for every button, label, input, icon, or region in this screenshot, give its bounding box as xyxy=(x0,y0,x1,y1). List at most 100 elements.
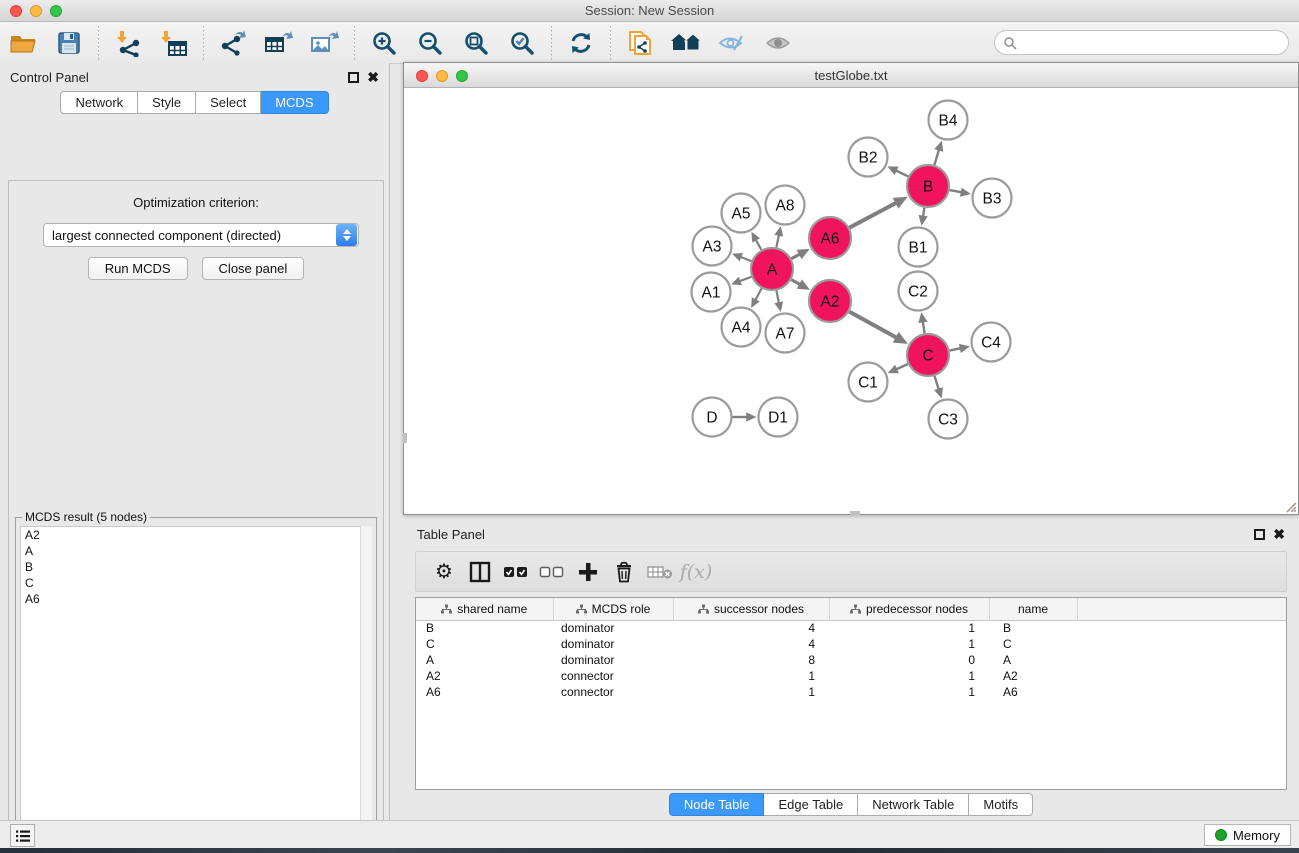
edge-A-A7[interactable] xyxy=(776,291,779,304)
save-session-button[interactable] xyxy=(52,26,86,60)
open-session-button[interactable] xyxy=(6,26,40,60)
table-cell[interactable]: 1 xyxy=(673,684,829,700)
table-cell[interactable]: B xyxy=(989,620,1077,636)
delete-table-button[interactable] xyxy=(642,556,678,588)
tab-motifs[interactable]: Motifs xyxy=(969,793,1033,816)
close-window-button[interactable] xyxy=(10,5,22,17)
network-window-titlebar[interactable]: testGlobe.txt xyxy=(404,63,1298,88)
edge-B-B2[interactable] xyxy=(896,170,908,176)
zoom-window-button[interactable] xyxy=(50,5,62,17)
hide-selected-button[interactable] xyxy=(715,26,749,60)
zoom-out-button[interactable] xyxy=(413,26,447,60)
import-network-button[interactable] xyxy=(111,26,145,60)
network-minimize-button[interactable] xyxy=(436,70,448,82)
home-button[interactable] xyxy=(669,26,703,60)
tab-node-table[interactable]: Node Table xyxy=(669,793,765,816)
mcds-result-item[interactable]: B xyxy=(21,559,371,575)
table-cell[interactable]: dominator xyxy=(553,636,673,652)
table-row[interactable]: Cdominator41C xyxy=(416,636,1286,652)
edge-C-C4[interactable] xyxy=(950,348,961,350)
edge-C-C1[interactable] xyxy=(896,364,908,369)
add-column-button[interactable] xyxy=(570,556,606,588)
task-history-button[interactable] xyxy=(10,824,35,847)
close-panel-button[interactable]: Close panel xyxy=(202,257,305,280)
table-cell[interactable]: dominator xyxy=(553,652,673,668)
close-panel-icon[interactable]: ✖ xyxy=(367,72,379,83)
edge-A-A5[interactable] xyxy=(756,240,762,250)
mcds-result-item[interactable]: A6 xyxy=(21,591,371,607)
function-builder-button[interactable]: f(x) xyxy=(678,556,714,588)
edge-A-A4[interactable] xyxy=(755,288,761,300)
table-cell[interactable]: 1 xyxy=(673,668,829,684)
edge-B-B4[interactable] xyxy=(934,149,939,164)
table-cell[interactable]: B xyxy=(416,620,553,636)
minimize-window-button[interactable] xyxy=(30,5,42,17)
select-all-columns-button[interactable] xyxy=(498,556,534,588)
edge-A-A8[interactable] xyxy=(776,235,779,248)
edge-C-C3[interactable] xyxy=(935,376,939,390)
export-image-button[interactable] xyxy=(308,26,342,60)
table-settings-button[interactable]: ⚙ xyxy=(426,556,462,588)
column-header-shared-name[interactable]: shared name xyxy=(416,598,553,620)
edge-A-A3[interactable] xyxy=(740,257,751,261)
column-header-MCDS-role[interactable]: MCDS role xyxy=(553,598,673,620)
mcds-result-item[interactable]: C xyxy=(21,575,371,591)
table-cell[interactable]: 1 xyxy=(829,684,989,700)
run-mcds-button[interactable]: Run MCDS xyxy=(88,257,188,280)
zoom-in-button[interactable] xyxy=(367,26,401,60)
export-table-button[interactable] xyxy=(262,26,296,60)
edge-A-A2[interactable] xyxy=(791,280,800,285)
float-panel-icon[interactable] xyxy=(348,72,359,83)
table-cell[interactable]: C xyxy=(989,636,1077,652)
table-row[interactable]: A2connector11A2 xyxy=(416,668,1286,684)
table-row[interactable]: A6connector11A6 xyxy=(416,684,1286,700)
table-row[interactable]: Adominator80A xyxy=(416,652,1286,668)
import-table-button[interactable] xyxy=(157,26,191,60)
table-cell[interactable]: 1 xyxy=(829,636,989,652)
network-close-button[interactable] xyxy=(416,70,428,82)
frame-resize-tick[interactable] xyxy=(850,511,860,515)
edge-B-B1[interactable] xyxy=(923,208,924,217)
refresh-button[interactable] xyxy=(564,26,598,60)
resize-grip-icon[interactable] xyxy=(1283,499,1297,513)
edge-A6-B[interactable] xyxy=(849,203,896,228)
memory-button[interactable]: Memory xyxy=(1204,824,1291,846)
network-zoom-button[interactable] xyxy=(456,70,468,82)
tab-mcds[interactable]: MCDS xyxy=(261,91,328,114)
table-cell[interactable]: 4 xyxy=(673,620,829,636)
tab-style[interactable]: Style xyxy=(138,91,196,114)
mcds-result-list[interactable]: A2ABCA6 xyxy=(20,526,372,853)
optimization-criterion-dropdown[interactable]: largest connected component (directed) xyxy=(43,223,359,247)
table-cell[interactable]: A xyxy=(989,652,1077,668)
edge-C-C2[interactable] xyxy=(923,321,925,333)
tab-edge-table[interactable]: Edge Table xyxy=(764,793,858,816)
delete-columns-button[interactable] xyxy=(606,556,642,588)
tab-select[interactable]: Select xyxy=(196,91,261,114)
tab-network[interactable]: Network xyxy=(60,91,138,114)
table-cell[interactable]: 1 xyxy=(829,668,989,684)
table-cell[interactable]: C xyxy=(416,636,553,652)
table-row[interactable]: Bdominator41B xyxy=(416,620,1286,636)
frame-resize-tick[interactable] xyxy=(403,433,407,443)
table-cell[interactable]: 1 xyxy=(829,620,989,636)
duplicate-network-button[interactable] xyxy=(623,26,657,60)
list-scrollbar[interactable] xyxy=(360,526,372,853)
table-cell[interactable]: 0 xyxy=(829,652,989,668)
mcds-result-item[interactable]: A xyxy=(21,543,371,559)
search-input[interactable] xyxy=(994,30,1289,55)
table-cell[interactable]: A2 xyxy=(989,668,1077,684)
column-header-predecessor-nodes[interactable]: predecessor nodes xyxy=(829,598,989,620)
zoom-selected-button[interactable] xyxy=(505,26,539,60)
column-header-name[interactable]: name xyxy=(989,598,1077,620)
edge-B-B3[interactable] xyxy=(950,190,962,192)
table-cell[interactable]: connector xyxy=(553,684,673,700)
node-table[interactable]: shared nameMCDS rolesuccessor nodesprede… xyxy=(415,597,1287,790)
table-cell[interactable]: 4 xyxy=(673,636,829,652)
table-cell[interactable]: dominator xyxy=(553,620,673,636)
table-cell[interactable]: 8 xyxy=(673,652,829,668)
edge-A-A6[interactable] xyxy=(791,254,800,259)
show-columns-button[interactable] xyxy=(462,556,498,588)
edge-A-A1[interactable] xyxy=(739,277,751,282)
table-cell[interactable]: A6 xyxy=(989,684,1077,700)
edge-A2-C[interactable] xyxy=(849,312,896,338)
